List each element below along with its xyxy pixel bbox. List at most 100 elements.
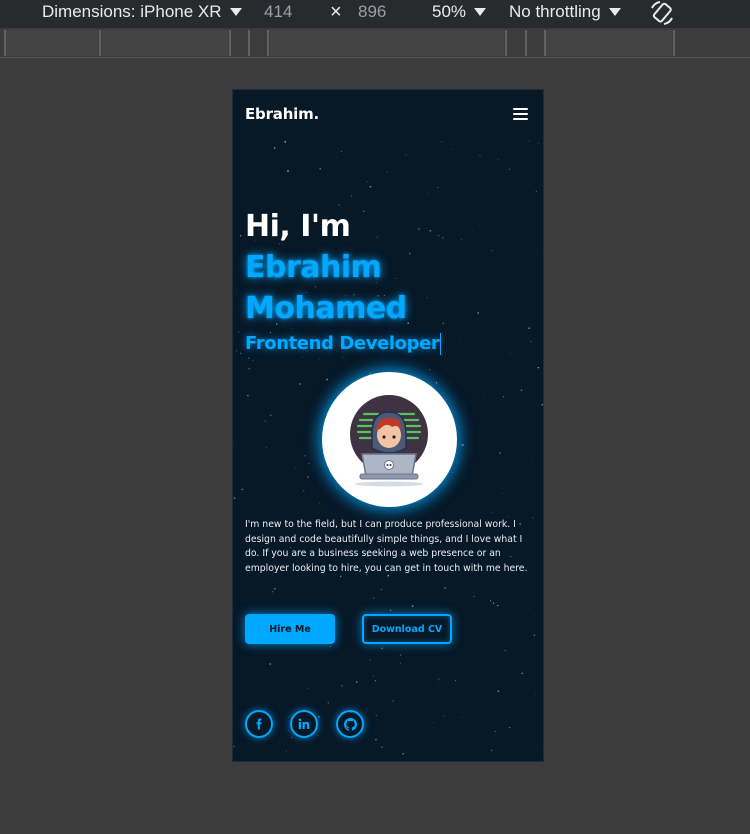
star-dot (479, 224, 481, 226)
hero-role-text: Frontend Developer (245, 333, 440, 354)
menu-bar (513, 118, 528, 120)
star-dot (541, 403, 543, 406)
developer-illustration (350, 395, 428, 487)
zoom-select[interactable]: 50% (432, 2, 487, 22)
star-dot (315, 732, 317, 734)
ruler-tick (4, 30, 6, 56)
ruler-tick (229, 30, 231, 56)
star-dot (458, 338, 460, 339)
star-dot (461, 717, 463, 719)
rotate-icon[interactable] (648, 0, 676, 26)
ruler-tick (673, 30, 675, 56)
star-dot (324, 758, 326, 760)
star-dot (528, 140, 530, 142)
star-dot (442, 237, 444, 239)
star-dot (342, 356, 344, 358)
star-dot (528, 327, 531, 330)
star-dot (294, 466, 296, 468)
star-dot (408, 252, 411, 255)
star-dot (405, 154, 407, 156)
media-band[interactable] (270, 30, 504, 56)
brand-logo[interactable]: Ebrahim. (245, 105, 319, 123)
download-cv-button[interactable]: Download CV (362, 614, 452, 644)
star-dot (318, 502, 320, 504)
ruler-tick (267, 30, 269, 56)
linkedin-link[interactable] (290, 710, 318, 738)
star-dot (240, 352, 242, 354)
star-dot (497, 690, 500, 692)
facebook-icon (256, 718, 262, 730)
height-input[interactable]: 896 (358, 2, 386, 22)
star-dot (427, 192, 429, 195)
star-dot (252, 360, 254, 361)
star-dot (509, 727, 511, 729)
star-dot (407, 322, 409, 324)
star-dot (461, 238, 462, 240)
star-dot (369, 185, 372, 188)
star-dot (491, 512, 493, 513)
device-select[interactable]: Dimensions: iPhone XR (42, 2, 242, 22)
star-dot (241, 488, 243, 491)
star-dot (473, 595, 475, 598)
star-dot (520, 389, 523, 391)
star-dot (389, 609, 392, 611)
media-query-bar (0, 28, 750, 58)
star-dot (380, 589, 382, 591)
star-dot (317, 735, 319, 737)
throttling-select-label: No throttling (509, 2, 601, 21)
typing-cursor (440, 333, 442, 355)
ruler-tick (544, 30, 546, 56)
zoom-select-label: 50% (432, 2, 467, 21)
star-dot (442, 322, 445, 325)
media-band[interactable] (6, 30, 98, 56)
star-dot (392, 700, 395, 702)
star-dot (338, 204, 340, 206)
star-dot (238, 331, 240, 333)
star-dot (335, 156, 337, 158)
media-band[interactable] (546, 30, 672, 56)
star-dot (441, 141, 443, 143)
hire-me-button[interactable]: Hire Me (245, 614, 335, 644)
star-dot (363, 210, 365, 212)
star-dot (256, 685, 258, 687)
star-dot (366, 710, 368, 712)
hamburger-menu-icon[interactable] (513, 108, 528, 121)
media-band[interactable] (102, 30, 228, 56)
star-dot (461, 444, 462, 446)
star-dot (308, 462, 310, 465)
star-dot (341, 685, 343, 687)
star-dot (233, 745, 235, 748)
star-dot (508, 168, 511, 170)
hero-first-name: Ebrahim (245, 250, 382, 285)
star-dot (306, 687, 309, 689)
star-dot (269, 663, 272, 665)
star-dot (504, 650, 506, 652)
star-dot (534, 693, 536, 695)
star-dot (355, 681, 358, 683)
star-dot (318, 716, 320, 718)
star-dot (233, 441, 234, 443)
star-dot (433, 721, 435, 723)
star-dot (248, 368, 250, 370)
star-dot (274, 588, 276, 590)
star-dot (375, 714, 378, 717)
star-dot (395, 278, 397, 279)
github-link[interactable] (336, 710, 364, 738)
star-dot (438, 678, 440, 680)
star-dot (381, 746, 383, 749)
star-dot (273, 147, 276, 149)
throttling-select[interactable]: No throttling (509, 2, 621, 22)
star-dot (479, 154, 481, 156)
ruler-tick (248, 30, 250, 56)
star-dot (399, 662, 401, 664)
ruler-tick (99, 30, 101, 56)
menu-bar (513, 113, 528, 115)
star-dot (303, 490, 305, 492)
star-dot (490, 749, 493, 752)
facebook-link[interactable] (245, 710, 273, 738)
star-dot (397, 724, 399, 726)
star-dot (239, 235, 242, 237)
width-input[interactable]: 414 (264, 2, 292, 22)
star-dot (373, 597, 375, 599)
star-dot (537, 366, 540, 369)
